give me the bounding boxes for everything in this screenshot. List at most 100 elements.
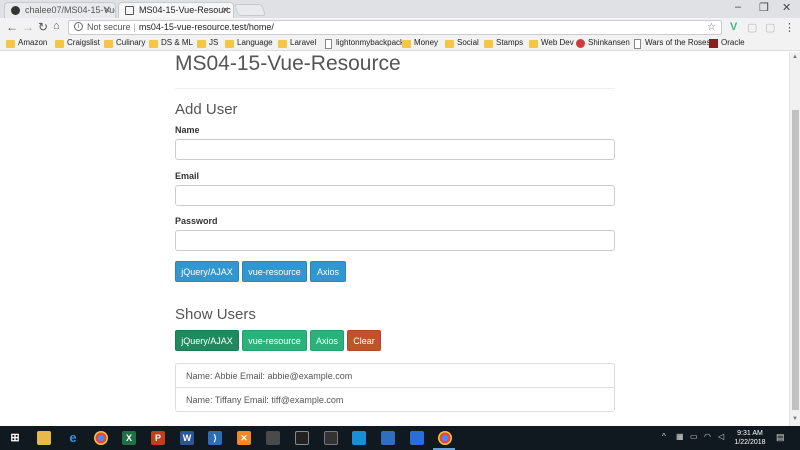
browser-tab-app[interactable]: MS04-15-Vue-Resourc ✕ — [118, 2, 234, 18]
folder-icon — [55, 40, 64, 48]
users-list: Name: Abbie Email: abbie@example.com Nam… — [175, 363, 615, 412]
page-scrollbar[interactable]: ▲ ▼ — [789, 52, 800, 426]
show-axios-button[interactable]: Axios — [310, 330, 344, 351]
bookmark-star-icon[interactable]: ☆ — [707, 21, 716, 34]
folder-icon — [149, 40, 158, 48]
bookmark-item[interactable]: Wars of the Roses — [633, 38, 711, 49]
bookmark-item[interactable]: Language — [225, 38, 273, 48]
bookmark-item[interactable]: JS — [197, 38, 218, 48]
show-vue-resource-button[interactable]: vue-resource — [242, 330, 307, 351]
browser-toolbar: ← → ↻ ⌂ i Not secure | ms04-15-vue-resourc… — [0, 18, 800, 37]
home-icon[interactable]: ⌂ — [53, 20, 60, 32]
bookmark-item[interactable]: Money — [402, 38, 438, 48]
add-user-heading: Add User — [175, 101, 238, 118]
show-jquery-ajax-button[interactable]: jQuery/AJAX — [175, 330, 239, 351]
xampp-icon[interactable]: ✕ — [237, 431, 251, 445]
email-input[interactable] — [175, 185, 615, 206]
new-tab-button[interactable] — [233, 4, 267, 16]
bookmark-item[interactable]: Web Dev — [529, 38, 574, 48]
network-icon[interactable]: ▦ — [676, 432, 684, 441]
scroll-up-icon[interactable]: ▲ — [792, 54, 798, 60]
browser-tab-bar: chalee07/MS04-15-Vue ✕ MS04-15-Vue-Resou… — [0, 0, 800, 18]
reload-icon[interactable]: ↻ — [38, 20, 48, 34]
tab-label: MS04-15-Vue-Resourc — [139, 5, 231, 15]
bookmark-item[interactable]: Culinary — [104, 38, 145, 48]
file-explorer-icon[interactable] — [37, 431, 51, 445]
name-label: Name — [175, 125, 200, 135]
password-label: Password — [175, 216, 218, 226]
app-icon[interactable] — [381, 431, 395, 445]
bookmark-item[interactable]: Amazon — [6, 38, 47, 48]
app-icon[interactable] — [352, 431, 366, 445]
add-vue-resource-button[interactable]: vue-resource — [242, 261, 307, 282]
battery-icon[interactable]: ▭ — [690, 432, 698, 441]
list-item: Name: Tiffany Email: tiff@example.com — [175, 387, 615, 412]
terminal-icon[interactable] — [295, 431, 309, 445]
bookmark-item[interactable]: lightonmybackpack — [324, 38, 404, 49]
close-tab-icon[interactable]: ✕ — [103, 5, 111, 16]
clear-button[interactable]: Clear — [347, 330, 381, 351]
folder-icon — [278, 40, 287, 48]
folder-icon — [402, 40, 411, 48]
app-icon[interactable] — [410, 431, 424, 445]
extension-icon[interactable]: ▢ — [747, 21, 757, 34]
site-info-icon[interactable]: i — [74, 22, 83, 31]
word-icon[interactable]: W — [180, 431, 194, 445]
email-label: Email — [175, 171, 200, 181]
taskbar-clock[interactable]: 9:31 AM 1/22/2018 — [733, 429, 767, 447]
close-tab-icon[interactable]: ✕ — [221, 5, 229, 16]
folder-icon — [6, 40, 15, 48]
oracle-icon — [709, 39, 718, 48]
folder-icon — [104, 40, 113, 48]
notifications-icon[interactable]: ▤ — [776, 432, 785, 443]
url-text: ms04-15-vue-resource.test/home/ — [138, 22, 274, 32]
visual-studio-code-icon[interactable]: ⟩ — [208, 431, 222, 445]
clock-date: 1/22/2018 — [734, 439, 766, 446]
close-window-icon[interactable]: ✕ — [782, 1, 791, 14]
menu-icon[interactable]: ⋮ — [784, 21, 795, 34]
password-input[interactable] — [175, 230, 615, 251]
command-prompt-icon[interactable] — [324, 431, 338, 445]
chrome-icon[interactable] — [94, 431, 108, 445]
folder-icon — [484, 40, 493, 48]
maximize-icon[interactable]: ❐ — [759, 1, 769, 14]
bookmark-item[interactable]: Craigslist — [55, 38, 100, 48]
bookmark-item[interactable]: Social — [445, 38, 479, 48]
forward-icon[interactable]: → — [22, 20, 34, 34]
add-axios-button[interactable]: Axios — [310, 261, 346, 282]
add-jquery-ajax-button[interactable]: jQuery/AJAX — [175, 261, 239, 282]
name-input[interactable] — [175, 139, 615, 160]
windows-taskbar: ⊞ e X P W ⟩ ✕ ^ ▦ ▭ ◠ ◁ 9:31 AM 1/22/201… — [0, 426, 800, 450]
browser-tab-github[interactable]: chalee07/MS04-15-Vue ✕ — [4, 2, 116, 18]
address-bar[interactable]: i Not secure | ms04-15-vue-resource.test/h… — [68, 20, 722, 35]
list-item: Name: Abbie Email: abbie@example.com — [175, 363, 615, 388]
tab-label: chalee07/MS04-15-Vue — [25, 5, 116, 15]
folder-icon — [197, 40, 206, 48]
volume-icon[interactable]: ◁ — [718, 432, 724, 441]
page-icon — [125, 6, 134, 15]
tray-chevron-icon[interactable]: ^ — [662, 432, 666, 441]
bookmark-item[interactable]: Stamps — [484, 38, 523, 48]
powerpoint-icon[interactable]: P — [151, 431, 165, 445]
bookmark-item[interactable]: Shinkansen — [576, 38, 630, 48]
extension-icon[interactable]: ▢ — [765, 21, 775, 34]
page-title: MS04-15-Vue-Resource — [175, 52, 401, 75]
back-icon[interactable]: ← — [6, 20, 18, 34]
bookmark-item[interactable]: Oracle — [709, 38, 745, 48]
bookmark-item[interactable]: Laravel — [278, 38, 316, 48]
scrollbar-thumb[interactable] — [792, 110, 799, 410]
excel-icon[interactable]: X — [122, 431, 136, 445]
folder-icon — [225, 40, 234, 48]
chrome-icon[interactable] — [438, 431, 452, 445]
app-icon[interactable] — [266, 431, 280, 445]
scroll-down-icon[interactable]: ▼ — [792, 416, 798, 422]
vue-devtools-icon[interactable]: V — [730, 21, 737, 33]
bookmark-item[interactable]: DS & ML — [149, 38, 193, 48]
wifi-icon[interactable]: ◠ — [704, 432, 711, 441]
page-viewport: MS04-15-Vue-Resource Add User Name Email… — [0, 52, 789, 426]
bookmarks-bar: Amazon Craigslist Culinary DS & ML JS La… — [0, 37, 800, 51]
edge-icon[interactable]: e — [66, 431, 80, 445]
minimize-icon[interactable]: – — [735, 1, 741, 13]
divider — [175, 88, 615, 89]
windows-start-icon[interactable]: ⊞ — [8, 431, 22, 445]
